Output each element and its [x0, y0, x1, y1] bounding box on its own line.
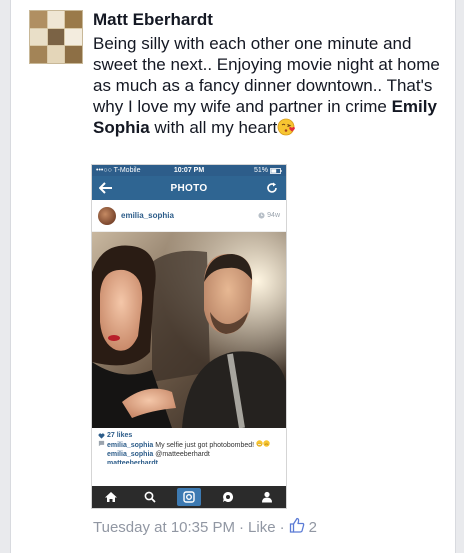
thumbs-up-icon[interactable]: [289, 517, 305, 537]
ios-status-bar: •••○○ T-Mobile 10:07 PM 51%: [92, 165, 286, 176]
author-avatar[interactable]: [29, 10, 83, 64]
story-footer: Tuesday at 10:35 PM · Like · 2: [93, 517, 317, 537]
ig-comment-text[interactable]: @matteeberhardt: [155, 451, 210, 458]
ig-caption: emilia_sophia My selfie just got photobo…: [98, 440, 280, 450]
back-arrow-icon[interactable]: [98, 180, 114, 196]
search-icon[interactable]: [138, 488, 162, 506]
activity-bubble-icon[interactable]: [216, 488, 240, 506]
post-text-part2: with all my heart: [149, 118, 278, 137]
ig-caption-user[interactable]: emilia_sophia: [107, 442, 153, 449]
like-count[interactable]: 2: [309, 519, 317, 536]
carrier-label: •••○○ T-Mobile: [96, 167, 141, 174]
kissing-face-emoji-icon: [277, 118, 297, 136]
profile-icon[interactable]: [255, 488, 279, 506]
photo-nav-bar: PHOTO: [92, 176, 286, 200]
ig-comment-user[interactable]: emilia_sophia: [107, 451, 153, 458]
comment-bubble-icon: [98, 440, 105, 447]
battery-percent: 51%: [253, 167, 268, 174]
ig-username[interactable]: emilia_sophia: [121, 211, 258, 220]
feed-story-card: Matt Eberhardt Being silly with each oth…: [10, 0, 456, 553]
post-text: Being silly with each other one minute a…: [93, 33, 443, 138]
selfie-image: [92, 232, 286, 428]
battery-indicator: 51%: [254, 167, 282, 174]
camera-icon[interactable]: [176, 488, 201, 506]
ig-post-meta: 27 likes emilia_sophia My selfie just go…: [92, 428, 286, 467]
ig-post-age: 94w: [258, 212, 280, 219]
ig-comment2-user[interactable]: matteeberhardt: [107, 460, 158, 464]
post-timestamp[interactable]: Tuesday at 10:35 PM: [93, 519, 235, 536]
battery-icon: [270, 167, 282, 174]
heart-icon: [98, 432, 105, 439]
instagram-screenshot[interactable]: •••○○ T-Mobile 10:07 PM 51% PHOTO emilia…: [91, 164, 287, 509]
footer-separator: ·: [239, 518, 245, 536]
post-text-part1: Being silly with each other one minute a…: [93, 34, 440, 116]
author-name[interactable]: Matt Eberhardt: [93, 10, 213, 30]
ig-user-avatar[interactable]: [98, 206, 116, 225]
refresh-icon[interactable]: [264, 180, 280, 196]
ig-likes-count: 27 likes: [107, 432, 133, 439]
like-button[interactable]: Like: [248, 519, 276, 536]
ig-post-age-label: 94w: [267, 212, 280, 219]
ig-comment-2: matteeberhardt: [98, 459, 280, 464]
ig-likes[interactable]: 27 likes: [98, 431, 280, 440]
ig-comment: emilia_sophia @matteeberhardt: [98, 450, 280, 459]
ig-caption-text: My selfie just got photobombed!: [155, 442, 255, 449]
nav-title: PHOTO: [170, 182, 208, 194]
selfie-photo[interactable]: [92, 232, 286, 428]
ig-tab-bar: [92, 486, 286, 508]
footer-separator-2: ·: [279, 518, 285, 536]
clock-icon: [258, 212, 265, 219]
grimacing-emoji-icon: [256, 440, 270, 449]
home-icon[interactable]: [99, 488, 123, 506]
ig-post-header: emilia_sophia 94w: [92, 200, 286, 232]
